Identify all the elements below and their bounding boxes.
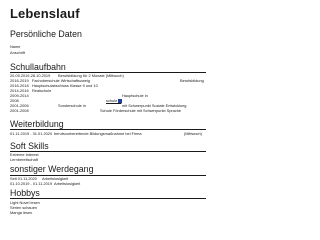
- section-heading-hobbies: Hobbys: [10, 188, 40, 198]
- row-text: Realschule: [32, 88, 52, 93]
- row-right: Hauptschule in: [122, 93, 148, 98]
- personal-line: Anschrift: [10, 50, 26, 55]
- school-list: 20.05.2019-28.10.2019 Berufsbildung für …: [10, 73, 210, 118]
- row-date: 01.10.2019 - 01.11.2019: [10, 181, 53, 186]
- table-row: 01.10.2019 - 01.11.2019 Arbeitslosigkeit: [10, 181, 220, 187]
- row-date: 2001-2008: [10, 108, 29, 113]
- row-right: (Mittwoch): [184, 131, 202, 136]
- row-text: Sonderschule in: [58, 103, 86, 108]
- divider: [10, 151, 206, 152]
- other-list: Seit 01.11.2020 Arbeitslosigkeit 01.10.2…: [10, 176, 210, 189]
- row-text: berufsvorbereitende Bildungsmaßnahme bei…: [54, 131, 142, 136]
- row-date: 01.11.2019 - 31.01.2020: [10, 131, 53, 136]
- section-heading-training: Weiterbildung: [10, 119, 64, 129]
- hobby-item: Manga lesen: [10, 210, 33, 215]
- section-heading-soft-skills: Soft Skills: [10, 141, 49, 151]
- section-heading-school: Schullaufbahn: [10, 62, 66, 72]
- divider: [10, 198, 206, 199]
- divider: [10, 175, 206, 176]
- personal-line: Name: [10, 44, 21, 49]
- section-heading-personal: Persönliche Daten: [10, 29, 82, 39]
- page-title: Lebenslauf: [10, 6, 80, 21]
- soft-skill-item: Lernbereitschaft: [10, 157, 38, 162]
- row-text: Arbeitslosigkeit: [54, 181, 81, 186]
- table-row: 01.11.2019 - 31.01.2020 berufsvorbereite…: [10, 131, 220, 137]
- divider: [10, 129, 206, 130]
- table-row: 2001-2008 Schule Förderschule mit Schwer…: [10, 108, 220, 114]
- training-list: 01.11.2019 - 31.01.2020 berufsvorbereite…: [10, 131, 210, 138]
- section-heading-other: sonstiger Werdegang: [10, 164, 94, 174]
- row-right: Berufsbildung: [180, 78, 204, 83]
- row-right: Schule Förderschule mit Schwerpunkt Spra…: [100, 108, 182, 113]
